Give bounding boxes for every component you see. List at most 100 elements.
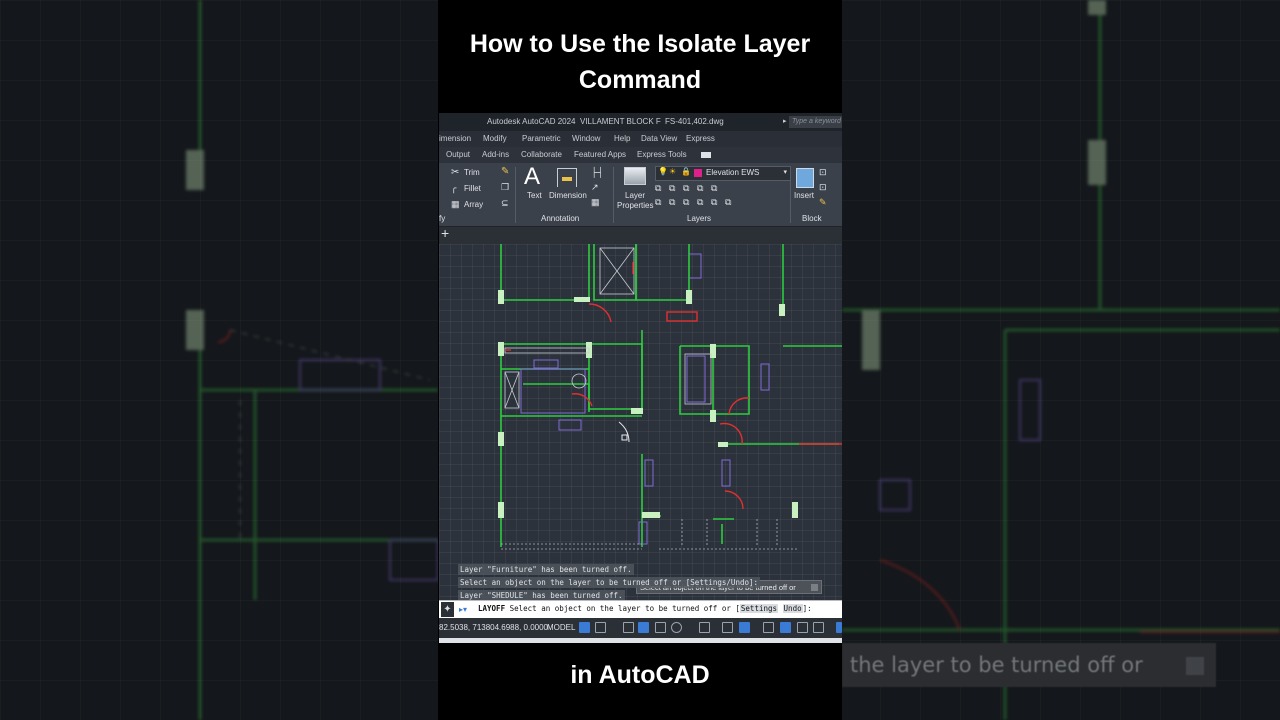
- layer-tool-icon[interactable]: ⧉: [655, 197, 661, 208]
- option-settings[interactable]: Settings: [739, 604, 779, 613]
- background-dim-right: [842, 0, 1280, 720]
- hidden-lines: [501, 519, 799, 550]
- tab-featured-apps[interactable]: Featured Apps: [574, 147, 626, 163]
- command-prompt-end: ]:: [802, 604, 812, 613]
- menu-express[interactable]: Express: [686, 131, 715, 147]
- layer-tool-icon[interactable]: ⧉: [697, 183, 703, 194]
- text-button[interactable]: Text: [527, 191, 542, 200]
- history-line: Select an object on the layer to be turn…: [458, 577, 761, 588]
- layer-tool-icon[interactable]: ⧉: [711, 183, 717, 194]
- layer-properties-label-1[interactable]: Layer: [625, 191, 645, 200]
- layer-tool-icon[interactable]: ⧉: [669, 183, 675, 194]
- table-icon[interactable]: ▦: [591, 197, 600, 208]
- chevron-down-icon: ▾: [783, 169, 787, 176]
- layer-tool-icon[interactable]: ⧉: [655, 183, 661, 194]
- background-dim-left: [0, 0, 438, 720]
- menu-dimension[interactable]: imension: [439, 131, 471, 147]
- menu-window[interactable]: Window: [572, 131, 600, 147]
- drawing-canvas[interactable]: Select an object on the layer to be turn…: [439, 244, 842, 601]
- option-undo[interactable]: Undo: [782, 604, 803, 613]
- customize-icon[interactable]: [836, 622, 842, 633]
- selected-object: [618, 421, 630, 443]
- layer-properties-icon[interactable]: [624, 167, 646, 185]
- selection-cycling-icon[interactable]: [739, 622, 750, 633]
- ortho-icon[interactable]: [655, 622, 666, 633]
- modify-group-label[interactable]: fy: [439, 214, 445, 223]
- leader-icon[interactable]: ↗: [591, 182, 599, 193]
- grid-toggle-icon[interactable]: [579, 622, 590, 633]
- layer-tool-icon[interactable]: ⧉: [669, 197, 675, 208]
- current-layer-name: Elevation EWS: [706, 168, 760, 177]
- lock-icon: 🔒: [681, 167, 691, 176]
- wall-caps: [498, 290, 798, 518]
- layer-properties-label-2[interactable]: Properties: [617, 201, 653, 210]
- pencil-icon[interactable]: ✎: [501, 166, 509, 177]
- menu-help[interactable]: Help: [614, 131, 630, 147]
- layer-tool-icon[interactable]: ⧉: [683, 183, 689, 194]
- trim-button[interactable]: Trim: [464, 168, 480, 177]
- osnap-tracking-icon[interactable]: [699, 622, 710, 633]
- layer-color-swatch: [694, 169, 702, 177]
- layers-group-label[interactable]: Layers: [687, 214, 711, 223]
- snap-icon[interactable]: [595, 622, 606, 633]
- attribute-icon[interactable]: ✎: [819, 197, 827, 208]
- search-input[interactable]: Type a keyword: [789, 116, 842, 128]
- video-column: How to Use the Isolate Layer Command Aut…: [438, 0, 842, 720]
- annotation-icon[interactable]: [763, 622, 774, 633]
- ribbon-separator: [515, 167, 516, 223]
- workspace-icon[interactable]: [797, 622, 808, 633]
- fillet-button[interactable]: Fillet: [464, 184, 481, 193]
- tab-collaborate[interactable]: Collaborate: [521, 147, 562, 163]
- layer-tool-icon[interactable]: ⧉: [697, 197, 703, 208]
- furniture-item: [644, 459, 654, 487]
- model-space-button[interactable]: MODEL: [547, 618, 575, 638]
- wall: [500, 244, 590, 301]
- menu-data-view[interactable]: Data View: [641, 131, 677, 147]
- furniture-item: [760, 363, 770, 391]
- linear-dim-icon[interactable]: ├┤: [591, 167, 604, 177]
- fillet-icon: ╭: [451, 183, 457, 193]
- edit-block-icon[interactable]: ⊡: [819, 182, 827, 193]
- copy-icon[interactable]: ❐: [501, 182, 509, 193]
- app-title: Autodesk AutoCAD 2024: [487, 117, 576, 126]
- tab-output[interactable]: Output: [446, 147, 470, 163]
- insert-button[interactable]: Insert: [794, 191, 814, 200]
- layer-dropdown[interactable]: 💡 ☀ 🔒 Elevation EWS ▾: [655, 166, 791, 181]
- fixture: [571, 373, 587, 389]
- transparency-icon[interactable]: [780, 622, 791, 633]
- coordinates-readout: 82.5038, 713804.6988, 0.0000: [439, 623, 548, 632]
- door-swing: [724, 490, 744, 510]
- layer-tool-icon[interactable]: ⧉: [711, 197, 717, 208]
- menu-parametric[interactable]: Parametric: [522, 131, 561, 147]
- isodraft-icon[interactable]: [722, 622, 733, 633]
- tab-add-ins[interactable]: Add-ins: [482, 147, 509, 163]
- chevron-right-icon[interactable]: ▸: [783, 113, 787, 131]
- menu-modify[interactable]: Modify: [483, 131, 507, 147]
- annotation-group-label[interactable]: Annotation: [541, 214, 579, 223]
- dimension-icon[interactable]: [557, 168, 577, 187]
- command-prompt[interactable]: LAYOFF Select an object on the layer to …: [478, 604, 812, 613]
- door-swing: [588, 303, 612, 323]
- offset-icon[interactable]: ⊆: [501, 198, 509, 209]
- dimension-button[interactable]: Dimension: [549, 191, 587, 200]
- tab-express-tools[interactable]: Express Tools: [637, 147, 687, 163]
- create-block-icon[interactable]: ⊡: [819, 167, 827, 178]
- history-line: Layer "Furniture" has been turned off.: [458, 564, 634, 575]
- layer-tool-icon[interactable]: ⧉: [683, 197, 689, 208]
- array-button[interactable]: Array: [464, 200, 483, 209]
- text-icon[interactable]: A: [524, 163, 540, 191]
- lightbulb-icon: 💡: [658, 167, 668, 176]
- dynamic-input-icon[interactable]: [638, 622, 649, 633]
- new-tab-icon[interactable]: +: [441, 225, 449, 241]
- wrench-icon[interactable]: ✦: [441, 602, 454, 617]
- viewport-icon[interactable]: [813, 622, 824, 633]
- layer-tool-icon[interactable]: ⧉: [725, 197, 731, 208]
- walls-layer: [500, 244, 842, 547]
- tab-overflow-icon[interactable]: [701, 152, 711, 158]
- insert-block-icon[interactable]: [796, 168, 814, 188]
- block-group-label[interactable]: Block: [802, 214, 822, 223]
- polar-icon[interactable]: [671, 622, 682, 633]
- furniture-item: [638, 521, 648, 545]
- infer-icon[interactable]: [623, 622, 634, 633]
- command-line[interactable]: ✦ ▸▾ LAYOFF Select an object on the laye…: [439, 600, 842, 618]
